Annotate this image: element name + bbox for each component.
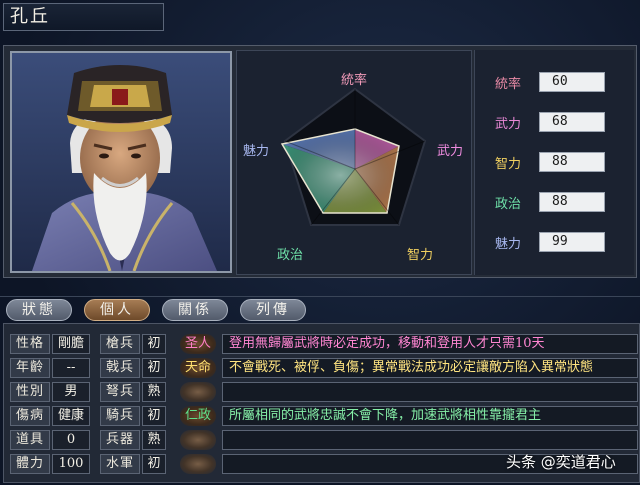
attr-label-items: 道具: [10, 430, 50, 450]
troop-label-cavalry: 騎兵: [100, 406, 140, 426]
attr-label-injury: 傷病: [10, 406, 50, 426]
troop-label-spear: 槍兵: [100, 334, 140, 354]
skill-badge-empty-3[interactable]: [180, 454, 216, 474]
radar-label-intellect: 智力: [407, 248, 434, 263]
stats-panel: 統率 60 武力 68 智力 88 政治 88 魅力 99: [474, 50, 634, 275]
stat-label: 魅力: [495, 237, 522, 252]
skill-desc-benevolent-rule: 所屬相同的武將忠誠不會下降，加速武將相性靠攏君主: [222, 406, 638, 426]
character-info-panel: 統率 武力 智力 政治 魅力 統率 60 武力 68 智力 88 政治 88 魅…: [3, 45, 637, 278]
attr-value-stamina: 100: [52, 454, 90, 474]
skill-desc-sage: 登用無歸屬武將時必定成功，移動和登用人才只需10天: [222, 334, 638, 354]
troop-label-halberd: 戟兵: [100, 358, 140, 378]
troop-label-navy: 水軍: [100, 454, 140, 474]
radar-label-command: 統率: [341, 73, 368, 88]
troop-value-siege: 熟: [142, 430, 166, 450]
tab-personal[interactable]: 個人: [84, 299, 150, 321]
troop-label-crossbow: 弩兵: [100, 382, 140, 402]
stat-value: 99: [539, 232, 605, 252]
tabs-divider: [0, 296, 640, 297]
skill-badge-empty-1[interactable]: [180, 382, 216, 402]
troop-value-halberd: 初: [142, 358, 166, 378]
skill-badge-empty-2[interactable]: [180, 430, 216, 450]
attr-label-stamina: 體力: [10, 454, 50, 474]
stat-row-charm: 魅力 99: [483, 232, 633, 252]
attr-label-gender: 性別: [10, 382, 50, 402]
tab-bar: 狀態 個人 關係 列傳: [0, 299, 640, 321]
tab-relations[interactable]: 關係: [162, 299, 228, 321]
attr-value-items: 0: [52, 430, 90, 450]
stat-row-command: 統率 60: [483, 72, 633, 92]
attr-value-personality: 剛膽: [52, 334, 90, 354]
character-name: 孔丘: [3, 3, 164, 31]
troop-value-navy: 初: [142, 454, 166, 474]
stat-row-politics: 政治 88: [483, 192, 633, 212]
stat-row-force: 武力 68: [483, 112, 633, 132]
tab-biography[interactable]: 列傳: [240, 299, 306, 321]
character-portrait: [10, 51, 232, 273]
stat-label: 政治: [495, 197, 522, 212]
attr-label-age: 年齡: [10, 358, 50, 378]
skill-desc-empty-1: [222, 382, 638, 402]
skill-badge-destiny[interactable]: 天命: [180, 358, 216, 378]
stat-value: 68: [539, 112, 605, 132]
troop-value-cavalry: 初: [142, 406, 166, 426]
skill-desc-empty-2: [222, 430, 638, 450]
attr-value-gender: 男: [52, 382, 90, 402]
stat-label: 智力: [495, 157, 522, 172]
troop-value-spear: 初: [142, 334, 166, 354]
skill-badge-sage[interactable]: 圣人: [180, 334, 216, 354]
stat-label: 武力: [495, 117, 522, 132]
radar-label-charm: 魅力: [243, 144, 270, 159]
attr-label-personality: 性格: [10, 334, 50, 354]
radar-label-politics: 政治: [277, 248, 304, 263]
radar-label-force: 武力: [437, 144, 464, 159]
attr-value-injury: 健康: [52, 406, 90, 426]
tab-status[interactable]: 狀態: [6, 299, 72, 321]
attribute-radar: 統率 武力 智力 政治 魅力: [236, 50, 472, 275]
radar-highlight: [282, 129, 399, 213]
skill-badge-benevolent-rule[interactable]: 仁政: [180, 406, 216, 426]
skill-desc-destiny: 不會戰死、被俘、負傷；異常戰法成功必定讓敵方陷入異常狀態: [222, 358, 638, 378]
troop-label-siege: 兵器: [100, 430, 140, 450]
stat-value: 88: [539, 152, 605, 172]
watermark-text: 头条 @奕道君心: [506, 453, 616, 471]
stat-label: 統率: [495, 77, 522, 92]
stat-value: 60: [539, 72, 605, 92]
attr-value-age: --: [52, 358, 90, 378]
stat-row-intellect: 智力 88: [483, 152, 633, 172]
stat-value: 88: [539, 192, 605, 212]
troop-value-crossbow: 熟: [142, 382, 166, 402]
portrait-image: [12, 53, 230, 271]
